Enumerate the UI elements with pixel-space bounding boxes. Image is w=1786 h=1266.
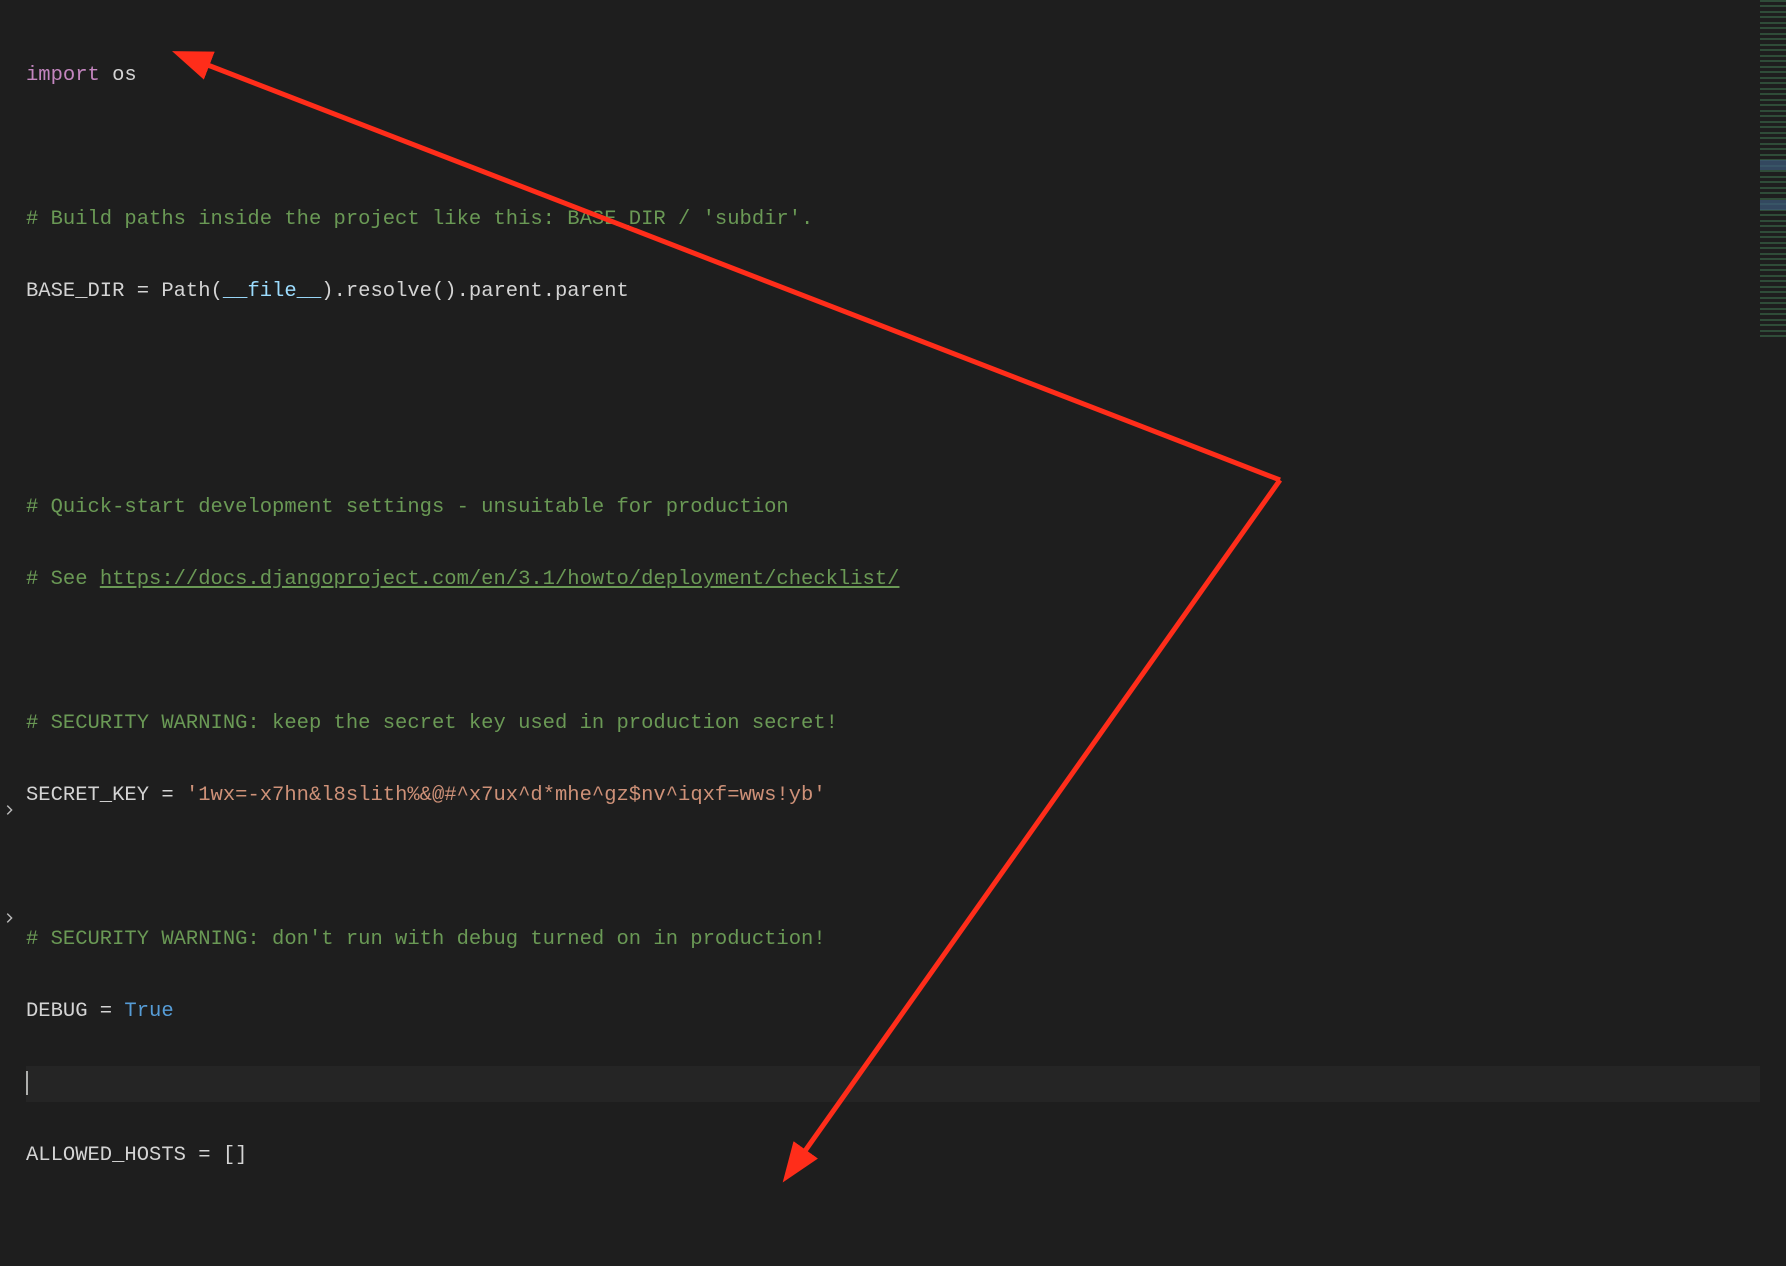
code-line-blank [26, 1210, 1760, 1246]
code-editor[interactable]: import os # Build paths inside the proje… [0, 0, 1760, 1266]
code-line-blank [26, 346, 1760, 382]
doc-link[interactable]: https://docs.djangoproject.com/en/3.1/ho… [100, 568, 900, 591]
code-line-blank [26, 130, 1760, 166]
code-line: DEBUG = True [26, 994, 1760, 1030]
code-line: ALLOWED_HOSTS = [] [26, 1138, 1760, 1174]
module-os: os [100, 64, 137, 87]
chevron-right-icon [2, 803, 16, 817]
text-cursor [26, 1071, 28, 1095]
comment: # Build paths inside the project like th… [26, 208, 813, 231]
code-line: BASE_DIR = Path(__file__).resolve().pare… [26, 274, 1760, 310]
code-line: # SECURITY WARNING: don't run with debug… [26, 922, 1760, 958]
bool-true: True [124, 1000, 173, 1023]
code-line: # SECURITY WARNING: keep the secret key … [26, 706, 1760, 742]
code-line: SECRET_KEY = '1wx=-x7hn&l8slith%&@#^x7ux… [26, 778, 1760, 814]
code-line[interactable]: import os [26, 58, 1760, 94]
minimap[interactable] [1760, 0, 1786, 340]
fold-toggle[interactable] [0, 900, 18, 936]
code-line-cursor[interactable] [26, 1066, 1760, 1102]
minimap-region [1760, 160, 1786, 170]
comment: # Quick-start development settings - uns… [26, 496, 789, 519]
secret-key-string: '1wx=-x7hn&l8slith%&@#^x7ux^d*mhe^gz$nv^… [186, 784, 826, 807]
comment: # SECURITY WARNING: don't run with debug… [26, 928, 826, 951]
dunder-file: __file__ [223, 280, 321, 303]
minimap-region [1760, 200, 1786, 210]
code-line-blank [26, 634, 1760, 670]
fold-toggle[interactable] [0, 792, 18, 828]
keyword-import: import [26, 64, 100, 87]
code-line: # See https://docs.djangoproject.com/en/… [26, 562, 1760, 598]
code-line: # Quick-start development settings - uns… [26, 490, 1760, 526]
code-line: # Build paths inside the project like th… [26, 202, 1760, 238]
code-line-blank [26, 850, 1760, 886]
code-line-blank [26, 418, 1760, 454]
chevron-right-icon [2, 911, 16, 925]
comment: # SECURITY WARNING: keep the secret key … [26, 712, 838, 735]
